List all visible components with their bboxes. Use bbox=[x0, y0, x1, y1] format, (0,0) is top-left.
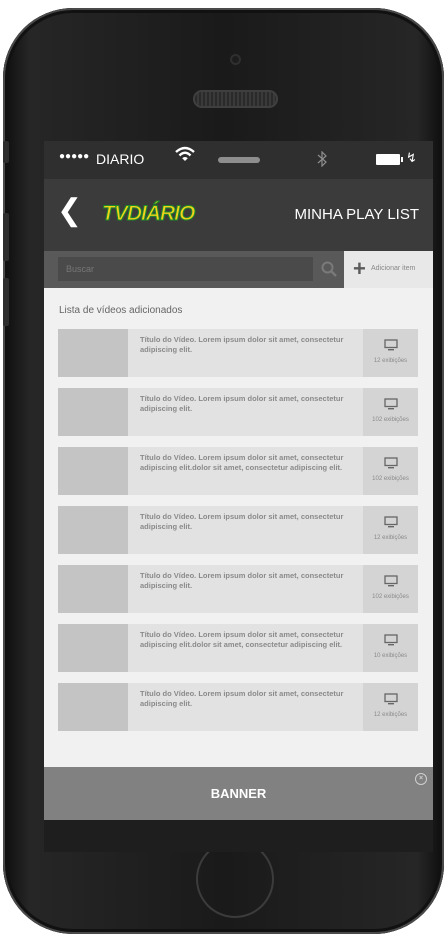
video-title: Título do Vídeo. Lorem ipsum dolor sit a… bbox=[140, 689, 344, 708]
video-title: Título do Vídeo. Lorem ipsum dolor sit a… bbox=[140, 335, 344, 354]
video-list-item[interactable]: Título do Vídeo. Lorem ipsum dolor sit a… bbox=[58, 388, 418, 436]
monitor-icon bbox=[384, 633, 398, 646]
back-button[interactable]: ❮ bbox=[57, 196, 82, 226]
video-thumbnail[interactable] bbox=[58, 329, 128, 377]
front-camera bbox=[230, 54, 241, 65]
search-bar: + Adicionar item bbox=[44, 251, 433, 288]
view-count: 12 exibições bbox=[373, 535, 408, 541]
signal-strength-dots: ●●●●● bbox=[59, 151, 90, 162]
video-views-panel: 12 exibições bbox=[363, 683, 418, 731]
monitor-icon bbox=[384, 456, 398, 469]
tv-diario-logo: TVDIÁRIO bbox=[101, 202, 195, 226]
video-title: Título do Vídeo. Lorem ipsum dolor sit a… bbox=[140, 394, 344, 413]
video-list: Título do Vídeo. Lorem ipsum dolor sit a… bbox=[58, 329, 418, 742]
banner-close-icon[interactable]: × bbox=[415, 773, 427, 785]
monitor-icon bbox=[384, 515, 398, 528]
video-list-item[interactable]: Título do Vídeo. Lorem ipsum dolor sit a… bbox=[58, 683, 418, 731]
page-title: MINHA PLAY LIST bbox=[294, 206, 420, 223]
video-thumbnail[interactable] bbox=[58, 388, 128, 436]
status-bar: ●●●●● DIARIO ↯ bbox=[44, 141, 433, 179]
banner-label: BANNER bbox=[210, 786, 267, 801]
video-views-panel: 102 exibições bbox=[363, 565, 418, 613]
video-views-panel: 10 exibições bbox=[363, 624, 418, 672]
loading-indicator bbox=[218, 157, 260, 163]
wifi-icon bbox=[174, 145, 196, 169]
add-item-label: Adicionar item bbox=[371, 265, 416, 272]
carrier-name: DIARIO bbox=[96, 151, 145, 167]
volume-up-button bbox=[3, 213, 9, 261]
bluetooth-icon bbox=[317, 150, 327, 170]
navigation-bar: ❮ TVDIÁRIO MINHA PLAY LIST bbox=[44, 179, 433, 251]
battery-icon bbox=[376, 154, 400, 165]
video-list-item[interactable]: Título do Vídeo. Lorem ipsum dolor sit a… bbox=[58, 506, 418, 554]
video-title: Título do Vídeo. Lorem ipsum dolor sit a… bbox=[140, 512, 344, 531]
video-thumbnail[interactable] bbox=[58, 447, 128, 495]
video-views-panel: 12 exibições bbox=[363, 329, 418, 377]
ad-banner[interactable]: BANNER × bbox=[44, 767, 433, 820]
video-list-item[interactable]: Título do Vídeo. Lorem ipsum dolor sit a… bbox=[58, 329, 418, 377]
plus-icon: + bbox=[353, 256, 366, 281]
volume-down-button bbox=[3, 278, 9, 326]
video-list-item[interactable]: Título do Vídeo. Lorem ipsum dolor sit a… bbox=[58, 447, 418, 495]
video-list-item[interactable]: Título do Vídeo. Lorem ipsum dolor sit a… bbox=[58, 624, 418, 672]
monitor-icon bbox=[384, 574, 398, 587]
monitor-icon bbox=[384, 692, 398, 705]
search-input[interactable] bbox=[58, 257, 313, 281]
earpiece-speaker bbox=[193, 90, 278, 108]
mute-switch bbox=[3, 141, 9, 163]
monitor-icon bbox=[384, 397, 398, 410]
video-thumbnail[interactable] bbox=[58, 506, 128, 554]
video-views-panel: 102 exibições bbox=[363, 447, 418, 495]
view-count: 10 exibições bbox=[373, 653, 408, 659]
video-list-item[interactable]: Título do Vídeo. Lorem ipsum dolor sit a… bbox=[58, 565, 418, 613]
video-views-panel: 12 exibições bbox=[363, 506, 418, 554]
app-screen: ●●●●● DIARIO ↯ ❮ TVDIÁRIO MINHA PLAY LIS… bbox=[44, 141, 433, 852]
video-thumbnail[interactable] bbox=[58, 624, 128, 672]
add-item-button[interactable]: + Adicionar item bbox=[344, 251, 433, 288]
video-thumbnail[interactable] bbox=[58, 565, 128, 613]
video-title: Título do Vídeo. Lorem ipsum dolor sit a… bbox=[140, 630, 344, 649]
monitor-icon bbox=[384, 338, 398, 351]
view-count: 102 exibições bbox=[372, 417, 409, 423]
view-count: 102 exibições bbox=[372, 476, 409, 482]
video-title: Título do Vídeo. Lorem ipsum dolor sit a… bbox=[140, 571, 344, 590]
battery-tip bbox=[401, 157, 403, 162]
list-title: Lista de vídeos adicionados bbox=[59, 305, 183, 316]
video-views-panel: 102 exibições bbox=[363, 388, 418, 436]
view-count: 12 exibições bbox=[373, 712, 408, 718]
video-thumbnail[interactable] bbox=[58, 683, 128, 731]
screen-bottom-area bbox=[44, 820, 433, 852]
search-icon[interactable] bbox=[320, 260, 338, 278]
charging-icon: ↯ bbox=[406, 150, 417, 165]
phone-frame: ●●●●● DIARIO ↯ ❮ TVDIÁRIO MINHA PLAY LIS… bbox=[3, 8, 444, 934]
view-count: 12 exibições bbox=[373, 358, 408, 364]
view-count: 102 exibições bbox=[372, 594, 409, 600]
video-title: Título do Vídeo. Lorem ipsum dolor sit a… bbox=[140, 453, 344, 472]
